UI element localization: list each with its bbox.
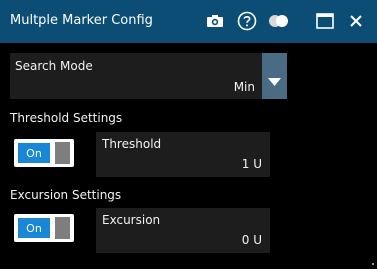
search-mode-dropdown-button[interactable] (262, 53, 287, 99)
maximize-icon[interactable] (314, 10, 336, 32)
excursion-settings-title: Excursion Settings (10, 188, 122, 202)
dialog-titlebar[interactable]: Multple Marker Config (0, 0, 377, 43)
search-mode-label: Search Mode (15, 59, 93, 73)
search-mode-dropdown[interactable]: Search Mode Min (10, 53, 287, 99)
threshold-toggle-knob (55, 142, 70, 164)
excursion-field[interactable]: Excursion 0 U (96, 208, 270, 253)
excursion-toggle-on-label: On (18, 218, 50, 238)
excursion-field-value: 0 U (241, 233, 262, 247)
multiple-marker-config-dialog: Multple Marker Config Search Mode Min Th… (0, 0, 377, 265)
excursion-toggle-knob (55, 217, 70, 239)
threshold-field[interactable]: Threshold 1 U (96, 132, 270, 177)
dialog-title: Multple Marker Config (10, 13, 153, 28)
close-icon[interactable] (345, 10, 367, 32)
excursion-toggle[interactable]: On (14, 214, 74, 242)
excursion-field-label: Excursion (102, 213, 161, 227)
camera-icon[interactable] (204, 10, 226, 32)
threshold-toggle[interactable]: On (14, 139, 74, 167)
search-mode-value: Min (233, 80, 255, 94)
threshold-field-label: Threshold (102, 137, 162, 151)
dialog-content: Search Mode Min Threshold Settings On Th… (0, 43, 377, 265)
threshold-toggle-on-label: On (18, 143, 50, 163)
toggle-visibility-icon[interactable] (268, 10, 290, 32)
threshold-settings-title: Threshold Settings (10, 111, 123, 125)
chevron-down-icon (268, 71, 281, 90)
threshold-field-value: 1 U (241, 157, 262, 171)
resize-grip-icon[interactable] (369, 250, 374, 265)
help-icon[interactable] (236, 10, 258, 32)
